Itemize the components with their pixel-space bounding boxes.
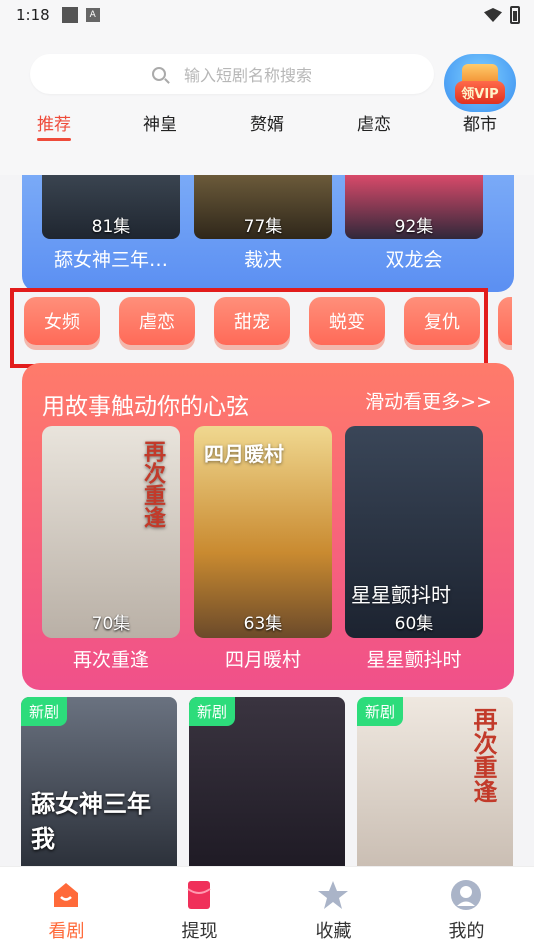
- tab-underline: [37, 138, 71, 141]
- nav-profile[interactable]: 我的: [400, 867, 533, 950]
- episode-count: 60集: [394, 614, 434, 634]
- drama-poster[interactable]: 四月暖村 63集: [194, 426, 332, 638]
- search-placeholder: 输入短剧名称搜索: [183, 66, 312, 85]
- search-input[interactable]: 输入短剧名称搜索: [30, 54, 434, 94]
- drama-poster[interactable]: 81集: [42, 175, 180, 239]
- poster-art-text: 四月暖村: [204, 442, 284, 466]
- drama-title[interactable]: 四月暖村: [194, 645, 332, 672]
- new-badge: 新剧: [189, 697, 236, 726]
- nav-label: 收藏: [315, 921, 352, 942]
- a-badge-icon: A: [85, 8, 100, 22]
- tab-zhuixu[interactable]: 赘婿: [237, 110, 297, 135]
- tab-shenhuang[interactable]: 神皇: [130, 110, 190, 135]
- drama-title[interactable]: 裁决: [194, 245, 332, 272]
- tab-recommend[interactable]: 推荐: [24, 110, 84, 135]
- new-badge: 新剧: [357, 697, 404, 726]
- drama-title[interactable]: 双龙会: [345, 245, 483, 272]
- story-section: 用故事触动你的心弦 滑动看更多>> 再次重逢 70集 四月暖村 63集 星星颤抖…: [22, 363, 514, 690]
- new-drama-poster[interactable]: 新剧 再次重逢: [357, 697, 513, 872]
- poster-art-text: 再次重逢: [140, 440, 165, 528]
- bottom-nav: 看剧 提现 收藏 我的: [0, 866, 534, 950]
- new-badge: 新剧: [21, 697, 68, 726]
- drama-title[interactable]: 再次重逢: [42, 645, 180, 672]
- category-tabs: 推荐 神皇 赘婿 虐恋 都市: [0, 110, 534, 150]
- notification-icon: [61, 7, 78, 23]
- genre-chip-partial[interactable]: [498, 297, 512, 345]
- drama-poster[interactable]: 再次重逢 70集: [42, 426, 180, 638]
- top-drama-row: 81集 77集 92集 舔女神三年… 裁决 双龙会: [22, 175, 514, 292]
- nav-favorites[interactable]: 收藏: [267, 867, 400, 950]
- new-drama-poster[interactable]: 新剧 舔女神三年 我: [21, 697, 177, 872]
- home-icon: [54, 883, 78, 907]
- episode-count: 77集: [243, 217, 283, 237]
- episode-count: 81集: [91, 217, 131, 237]
- search-icon: [151, 67, 166, 81]
- profile-icon: [451, 880, 481, 910]
- see-more-link[interactable]: 滑动看更多>>: [365, 387, 492, 414]
- drama-poster[interactable]: 星星颤抖时 60集: [345, 426, 483, 638]
- section-heading: 用故事触动你的心弦: [42, 394, 249, 420]
- drama-poster[interactable]: 92集: [345, 175, 483, 239]
- new-drama-poster[interactable]: 新剧: [189, 697, 345, 872]
- drama-title[interactable]: 舔女神三年…: [42, 245, 180, 272]
- nav-label: 提现: [181, 921, 218, 942]
- tab-dushi[interactable]: 都市: [450, 110, 510, 135]
- poster-art-text: 再次重逢: [469, 707, 497, 803]
- battery-icon: [510, 6, 520, 24]
- wifi-icon: [484, 8, 502, 22]
- highlight-box: [10, 288, 488, 368]
- nav-label: 我的: [448, 921, 485, 942]
- vip-label: 领VIP: [455, 81, 505, 104]
- vip-button[interactable]: 领VIP: [444, 54, 516, 112]
- nav-withdraw[interactable]: 提现: [133, 867, 266, 950]
- tab-nuelian[interactable]: 虐恋: [344, 110, 404, 135]
- status-bar: 1:18 A: [0, 0, 534, 30]
- poster-art-text: 星星颤抖时: [351, 583, 451, 607]
- star-icon: [318, 881, 348, 909]
- nav-watch[interactable]: 看剧: [0, 867, 133, 950]
- header: 输入短剧名称搜索 领VIP 推荐 神皇 赘婿 虐恋 都市: [0, 30, 534, 175]
- episode-count: 70集: [91, 614, 131, 634]
- episode-count: 63集: [243, 614, 283, 634]
- drama-poster[interactable]: 77集: [194, 175, 332, 239]
- poster-art-text: 舔女神三年 我: [31, 790, 151, 853]
- nav-label: 看剧: [48, 921, 85, 942]
- episode-count: 92集: [394, 217, 434, 237]
- drama-title[interactable]: 星星颤抖时: [345, 645, 483, 672]
- red-envelope-icon: [187, 881, 211, 909]
- status-time: 1:18: [16, 6, 50, 24]
